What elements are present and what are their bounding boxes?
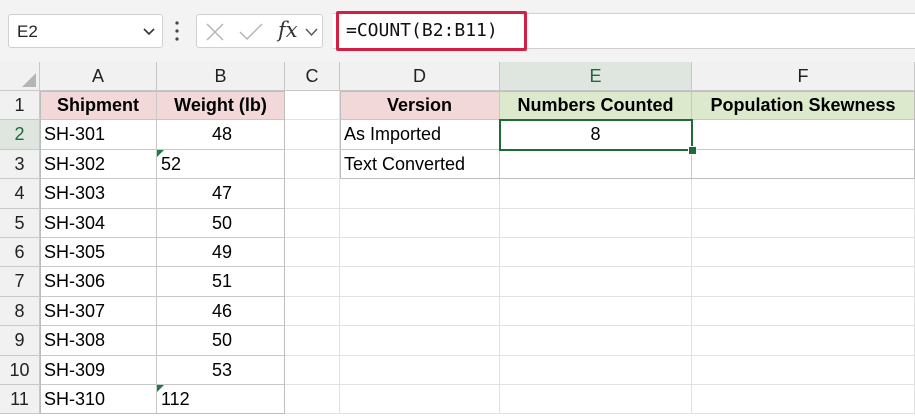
table2-cell-skew[interactable]: [692, 149, 915, 180]
table1-cell-weight[interactable]: 46: [157, 296, 285, 327]
table1-cell-shipment[interactable]: SH-302: [40, 149, 157, 180]
table1-cell-weight[interactable]: 112: [157, 385, 285, 415]
table1-cell-shipment[interactable]: SH-308: [40, 326, 157, 356]
table2-cell-version[interactable]: Text Converted: [340, 149, 500, 180]
table1-cell-shipment[interactable]: SH-303: [40, 179, 157, 209]
table1-cell-weight[interactable]: 50: [157, 208, 285, 238]
weight-value: 50: [211, 330, 232, 351]
fill-handle[interactable]: [688, 145, 697, 155]
active-cell-selection[interactable]: [499, 119, 693, 151]
weight-value: 48: [211, 124, 232, 145]
row-header-4[interactable]: 4: [0, 179, 40, 209]
table1-cell-shipment[interactable]: SH-307: [40, 296, 157, 327]
column-header-b[interactable]: B: [157, 62, 285, 91]
formula-text[interactable]: =COUNT(B2:B11): [346, 20, 498, 41]
row-header-3[interactable]: 3: [0, 149, 40, 180]
table1-cell-shipment[interactable]: SH-306: [40, 267, 157, 297]
column-header-e[interactable]: E: [500, 62, 692, 91]
check-icon[interactable]: [239, 23, 263, 41]
chevron-down-icon[interactable]: [305, 27, 318, 37]
row-header-11[interactable]: 11: [0, 385, 40, 415]
table2-cell-count[interactable]: [500, 149, 692, 180]
weight-value: 50: [211, 212, 232, 233]
row-header-6[interactable]: 6: [0, 238, 40, 268]
name-box[interactable]: E2: [8, 14, 163, 48]
formula-bar-area: E2 fx =COUNT(B2:B11): [0, 0, 915, 62]
table1-cell-weight[interactable]: 48: [157, 120, 285, 150]
table2-header-population-skewness[interactable]: Population Skewness: [692, 91, 915, 121]
weight-value: 53: [211, 359, 232, 380]
table1-cell-shipment[interactable]: SH-309: [40, 355, 157, 385]
table1-cell-shipment[interactable]: SH-305: [40, 238, 157, 268]
table1-cell-weight[interactable]: 53: [157, 355, 285, 385]
table1-cell-weight[interactable]: 51: [157, 267, 285, 297]
table2-cell-skew[interactable]: [692, 120, 915, 150]
table1-cell-shipment[interactable]: SH-301: [40, 120, 157, 150]
formula-buttons: fx: [196, 14, 323, 48]
column-header-f[interactable]: F: [692, 62, 915, 91]
error-indicator-icon[interactable]: [157, 149, 164, 157]
table1-cell-weight[interactable]: 47: [157, 179, 285, 209]
row-header-5[interactable]: 5: [0, 208, 40, 238]
row-header-10[interactable]: 10: [0, 355, 40, 385]
fx-icon[interactable]: fx: [278, 18, 298, 42]
weight-value: 51: [211, 271, 232, 292]
weight-value: 52: [161, 153, 182, 174]
table1-header-weight[interactable]: Weight (lb): [157, 91, 285, 121]
row-header-8[interactable]: 8: [0, 296, 40, 327]
table2-header-numbers-counted[interactable]: Numbers Counted: [500, 91, 692, 121]
table1-cell-weight[interactable]: 49: [157, 238, 285, 268]
table1-cell-shipment[interactable]: SH-304: [40, 208, 157, 238]
table2-header-version[interactable]: Version: [340, 91, 500, 121]
table1-cell-shipment[interactable]: SH-310: [40, 385, 157, 415]
table1-cell-weight[interactable]: 50: [157, 326, 285, 356]
row-header-7[interactable]: 7: [0, 267, 40, 297]
select-all-icon[interactable]: [22, 73, 36, 87]
table2-cell-version[interactable]: As Imported: [340, 120, 500, 150]
name-box-value: E2: [17, 22, 38, 41]
column-header-d[interactable]: D: [340, 62, 500, 91]
error-indicator-icon[interactable]: [157, 385, 164, 392]
more-vertical-icon[interactable]: [175, 20, 179, 42]
chevron-down-icon[interactable]: [142, 25, 156, 39]
select-all-corner[interactable]: [0, 62, 40, 91]
row-header-2[interactable]: 2: [0, 120, 40, 150]
weight-value: 49: [211, 242, 232, 262]
weight-value: 46: [211, 300, 232, 321]
column-header-a[interactable]: A: [40, 62, 157, 91]
row-header-1[interactable]: 1: [0, 91, 40, 121]
table1-cell-weight[interactable]: 52: [157, 149, 285, 180]
weight-value: 112: [161, 389, 190, 409]
weight-value: 47: [211, 183, 232, 204]
column-header-c[interactable]: C: [285, 62, 340, 91]
table1-header-shipment[interactable]: Shipment: [40, 91, 157, 121]
cancel-x-icon[interactable]: [205, 23, 225, 41]
row-header-9[interactable]: 9: [0, 326, 40, 356]
